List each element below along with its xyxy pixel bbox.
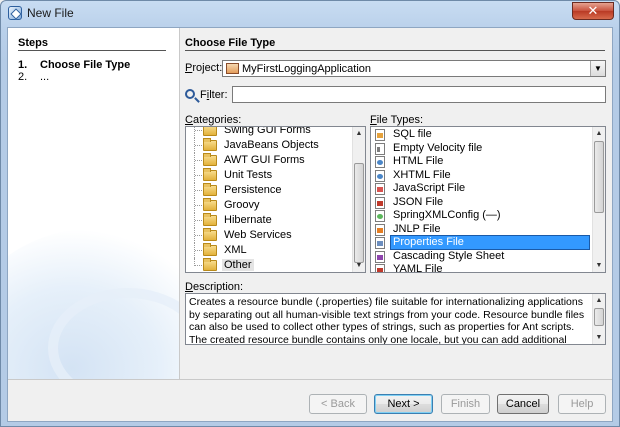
main-panel: Choose File Type Project: MyFirstLogging…	[185, 28, 612, 379]
scrollbar-thumb[interactable]	[594, 308, 604, 326]
file-types-label: File Types:	[370, 114, 424, 126]
file-type-spring-xml-config[interactable]: SpringXMLConfig (—)	[371, 209, 591, 223]
velocity-file-icon	[375, 142, 385, 155]
new-file-dialog: New File ✕ Steps 1. Choose File Type 2...…	[0, 0, 620, 427]
file-type-javascript[interactable]: JavaScript File	[371, 182, 591, 196]
file-type-empty-velocity[interactable]: Empty Velocity file	[371, 142, 591, 156]
json-file-icon	[375, 196, 385, 209]
scroll-down-icon[interactable]: ▼	[593, 259, 605, 272]
xhtml-file-icon	[375, 169, 385, 182]
back-button[interactable]: < Back	[309, 394, 367, 414]
properties-file-icon	[375, 237, 385, 249]
categories-scrollbar[interactable]: ▲ ▼	[352, 127, 365, 272]
file-type-sql[interactable]: SQL file	[371, 128, 591, 142]
title-divider	[185, 50, 605, 51]
chevron-down-icon[interactable]: ▼	[590, 61, 605, 76]
file-type-jnlp[interactable]: JNLP File	[371, 223, 591, 237]
scroll-up-icon[interactable]: ▲	[593, 127, 605, 140]
description-scrollbar[interactable]: ▲ ▼	[592, 294, 605, 344]
scroll-down-icon[interactable]: ▼	[353, 259, 365, 272]
folder-icon	[203, 127, 217, 136]
scroll-up-icon[interactable]: ▲	[593, 294, 605, 307]
step-choose-file-type: 1. Choose File Type	[18, 59, 130, 71]
file-types-scrollbar[interactable]: ▲ ▼	[592, 127, 605, 272]
folder-icon	[203, 183, 217, 196]
step-label: ...	[40, 71, 50, 83]
filter-input[interactable]	[232, 86, 606, 103]
project-value: MyFirstLoggingApplication	[242, 63, 372, 75]
folder-icon	[203, 198, 217, 211]
file-type-xhtml[interactable]: XHTML File	[371, 169, 591, 183]
step-label: Choose File Type	[40, 59, 131, 71]
sql-file-icon	[375, 129, 385, 141]
category-xml[interactable]: XML	[186, 243, 346, 258]
search-icon	[185, 89, 195, 99]
categories-tree[interactable]: Swing GUI Forms JavaBeans Objects AWT GU…	[185, 126, 366, 273]
help-button[interactable]: Help	[558, 394, 606, 414]
next-button[interactable]: Next >	[374, 394, 433, 414]
steps-title: Steps	[18, 37, 48, 49]
categories-label: Categories:	[185, 114, 242, 126]
window-title: New File	[27, 6, 74, 20]
category-javabeans-objects[interactable]: JavaBeans Objects	[186, 138, 346, 153]
description-box[interactable]: Creates a resource bundle (.properties) …	[185, 293, 606, 345]
page-title: Choose File Type	[185, 37, 276, 49]
html-file-icon	[375, 156, 385, 168]
steps-divider	[18, 50, 166, 51]
scroll-up-icon[interactable]: ▲	[353, 127, 365, 140]
dialog-body: Steps 1. Choose File Type 2.... Choose Fi…	[7, 27, 613, 422]
category-other[interactable]: Other	[186, 258, 346, 272]
description-label: Description:	[185, 281, 244, 293]
folder-icon	[203, 228, 217, 241]
scroll-down-icon[interactable]: ▼	[593, 331, 605, 344]
close-button[interactable]: ✕	[572, 2, 614, 20]
folder-icon	[203, 213, 217, 226]
file-type-html[interactable]: HTML File	[371, 155, 591, 169]
folder-icon	[203, 138, 217, 151]
folder-icon	[203, 258, 217, 271]
footer-divider	[8, 379, 612, 380]
scrollbar-thumb[interactable]	[594, 141, 604, 213]
step-number: 2.	[18, 71, 28, 83]
scrollbar-thumb[interactable]	[354, 163, 364, 263]
netbeans-app-icon	[8, 6, 22, 20]
description-text: Creates a resource bundle (.properties) …	[189, 296, 585, 345]
yaml-file-icon	[375, 264, 385, 272]
finish-button[interactable]: Finish	[441, 394, 490, 414]
file-type-json[interactable]: JSON File	[371, 196, 591, 210]
file-type-yaml[interactable]: YAML File	[371, 263, 591, 272]
category-awt-gui-forms[interactable]: AWT GUI Forms	[186, 153, 346, 168]
file-type-properties[interactable]: Properties File	[371, 235, 591, 250]
project-label: Project:	[185, 62, 223, 74]
project-combobox[interactable]: MyFirstLoggingApplication ▼	[222, 60, 606, 77]
category-swing-gui-forms[interactable]: Swing GUI Forms	[186, 127, 346, 138]
folder-icon	[203, 153, 217, 166]
file-type-css[interactable]: Cascading Style Sheet	[371, 250, 591, 264]
category-web-services[interactable]: Web Services	[186, 228, 346, 243]
title-bar[interactable]: New File ✕	[1, 1, 619, 27]
step-next: 2....	[18, 71, 49, 83]
file-types-list[interactable]: SQL file Empty Velocity file HTML File X…	[370, 126, 606, 273]
step-number: 1.	[18, 59, 28, 71]
java-project-icon	[226, 63, 239, 74]
steps-panel: Steps 1. Choose File Type 2....	[8, 28, 180, 379]
cancel-button[interactable]: Cancel	[497, 394, 549, 414]
category-hibernate[interactable]: Hibernate	[186, 213, 346, 228]
folder-icon	[203, 243, 217, 256]
javascript-file-icon	[375, 183, 385, 195]
spring-xml-icon	[375, 210, 385, 222]
category-persistence[interactable]: Persistence	[186, 183, 346, 198]
category-groovy[interactable]: Groovy	[186, 198, 346, 213]
css-file-icon	[375, 250, 385, 263]
category-unit-tests[interactable]: Unit Tests	[186, 168, 346, 183]
folder-icon	[203, 168, 217, 181]
jnlp-file-icon	[375, 223, 385, 236]
filter-label: Filter:	[200, 89, 228, 101]
